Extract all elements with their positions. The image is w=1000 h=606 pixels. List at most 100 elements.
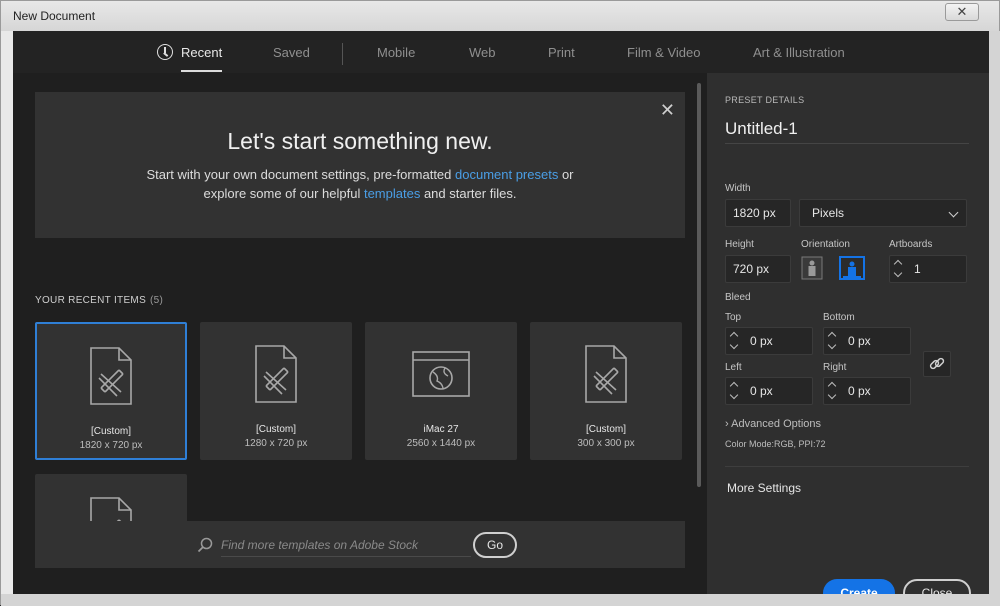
window-close-button[interactable]: ✕ <box>945 3 979 21</box>
artboards-input[interactable]: 1 <box>889 255 967 283</box>
go-button[interactable]: Go <box>473 532 517 558</box>
name-underline <box>725 143 969 144</box>
close-icon[interactable]: ✕ <box>660 100 675 121</box>
recent-item-name: [Custom] <box>255 424 296 435</box>
bleed-left-label: Left <box>725 362 742 373</box>
bleed-top-stepper[interactable] <box>729 331 740 351</box>
more-settings-link[interactable]: More Settings <box>727 481 801 495</box>
tab-art-illustration[interactable]: Art & Illustration <box>753 45 845 71</box>
tab-film-video[interactable]: Film & Video <box>627 45 700 71</box>
tab-label: Recent <box>181 45 223 60</box>
chevron-down-icon <box>893 268 903 278</box>
active-tab-indicator <box>181 70 223 72</box>
recent-item-card[interactable]: iMac 27 2560 x 1440 px <box>365 322 517 460</box>
bleed-top-label: Top <box>725 312 742 323</box>
welcome-text: or <box>558 167 574 182</box>
chevron-down-icon <box>729 340 739 350</box>
bleed-top-input[interactable]: 0 px <box>725 327 813 355</box>
bleed-bottom-stepper[interactable] <box>827 331 838 351</box>
web-browser-icon <box>412 351 470 397</box>
unit-select[interactable]: Pixels <box>799 199 967 227</box>
width-input[interactable]: 1820 px <box>725 199 791 227</box>
recent-items-label: YOUR RECENT ITEMS (5) <box>35 295 163 306</box>
stock-search-bar: Find more templates on Adobe Stock Go <box>35 521 685 568</box>
templates-link[interactable]: templates <box>364 186 420 201</box>
tab-web[interactable]: Web <box>469 45 496 71</box>
background-app-left <box>1 31 13 594</box>
recent-item-card[interactable]: [Custom] 1820 x 720 px <box>35 322 187 460</box>
custom-doc-icon <box>585 345 627 403</box>
bleed-right-stepper[interactable] <box>827 381 838 401</box>
tab-print[interactable]: Print <box>548 45 575 71</box>
recent-item-dimensions: 300 x 300 px <box>577 438 635 449</box>
chevron-down-icon <box>948 207 959 218</box>
divider <box>725 466 969 467</box>
stock-search-input[interactable]: Find more templates on Adobe Stock <box>221 538 418 552</box>
chevron-up-icon <box>827 381 837 391</box>
chevron-down-icon <box>827 390 837 400</box>
artboards-label: Artboards <box>889 239 933 250</box>
dialog-content: Recent Saved Mobile Web Print Film & Vid… <box>13 31 989 594</box>
bleed-left-value: 0 px <box>750 384 773 398</box>
create-button[interactable]: Create <box>823 579 895 594</box>
bleed-bottom-label: Bottom <box>823 312 855 323</box>
tab-recent[interactable]: Recent <box>157 44 223 72</box>
recent-items-title: YOUR RECENT ITEMS <box>35 295 147 306</box>
unit-select-value: Pixels <box>812 206 845 220</box>
document-presets-link[interactable]: document presets <box>455 167 558 182</box>
bleed-left-input[interactable]: 0 px <box>725 377 813 405</box>
artboards-value: 1 <box>914 262 921 276</box>
chevron-up-icon <box>729 381 739 391</box>
bleed-right-value: 0 px <box>848 384 871 398</box>
window-title: New Document <box>13 9 96 23</box>
recent-item-dimensions: 1820 x 720 px <box>79 440 143 451</box>
bleed-right-input[interactable]: 0 px <box>823 377 911 405</box>
bleed-top-value: 0 px <box>750 334 773 348</box>
custom-doc-icon <box>255 345 297 403</box>
bleed-right-label: Right <box>823 362 847 373</box>
chevron-down-icon <box>729 390 739 400</box>
welcome-text-line-1: Start with your own document settings, p… <box>35 167 685 182</box>
bleed-left-stepper[interactable] <box>729 381 740 401</box>
recent-item-card[interactable]: [Custom] 1280 x 720 px <box>200 322 352 460</box>
height-label: Height <box>725 239 754 250</box>
width-label: Width <box>725 183 751 194</box>
recent-items-count: (5) <box>150 295 164 306</box>
window-frame-right <box>989 31 1000 594</box>
artboards-stepper[interactable] <box>893 259 904 279</box>
tab-mobile[interactable]: Mobile <box>377 45 415 71</box>
welcome-text: explore some of our helpful <box>203 186 364 201</box>
document-name-input[interactable]: Untitled-1 <box>725 119 798 139</box>
link-bleed-button[interactable] <box>923 351 951 377</box>
height-input[interactable]: 720 px <box>725 255 791 283</box>
recent-pane: ✕ Let's start something new. Start with … <box>13 73 707 594</box>
link-icon <box>929 357 945 370</box>
close-button[interactable]: Close <box>903 579 971 594</box>
welcome-banner: ✕ Let's start something new. Start with … <box>35 92 685 238</box>
clock-icon <box>157 44 173 60</box>
welcome-text-line-2: explore some of our helpful templates an… <box>35 186 685 201</box>
tab-saved[interactable]: Saved <box>273 45 310 71</box>
chevron-up-icon <box>827 331 837 341</box>
color-mode-summary: Color Mode:RGB, PPI:72 <box>725 439 826 449</box>
bleed-label: Bleed <box>725 292 751 303</box>
portrait-orientation-icon[interactable] <box>801 256 823 280</box>
recent-scrollbar[interactable] <box>697 83 701 487</box>
recent-item-card[interactable]: [Custom] 300 x 300 px <box>530 322 682 460</box>
tab-divider <box>342 43 343 65</box>
preset-details-label: PRESET DETAILS <box>725 95 805 105</box>
orientation-label: Orientation <box>801 239 850 250</box>
new-document-dialog: New Document ✕ Recent Saved Mobile Web P… <box>0 0 1000 606</box>
advanced-options-toggle[interactable]: › Advanced Options <box>725 418 821 430</box>
welcome-text: Start with your own document settings, p… <box>146 167 455 182</box>
title-bar: New Document ✕ <box>1 1 999 31</box>
landscape-orientation-icon[interactable] <box>839 256 865 280</box>
chevron-up-icon <box>893 259 903 269</box>
recent-item-name: [Custom] <box>585 424 626 435</box>
preset-details-panel: PRESET DETAILS Untitled-1 Width 1820 px … <box>707 73 989 594</box>
search-icon <box>197 537 213 553</box>
custom-doc-icon <box>90 347 132 405</box>
bleed-bottom-input[interactable]: 0 px <box>823 327 911 355</box>
category-tabs: Recent Saved Mobile Web Print Film & Vid… <box>13 31 989 73</box>
recent-item-dimensions: 1280 x 720 px <box>244 438 308 449</box>
